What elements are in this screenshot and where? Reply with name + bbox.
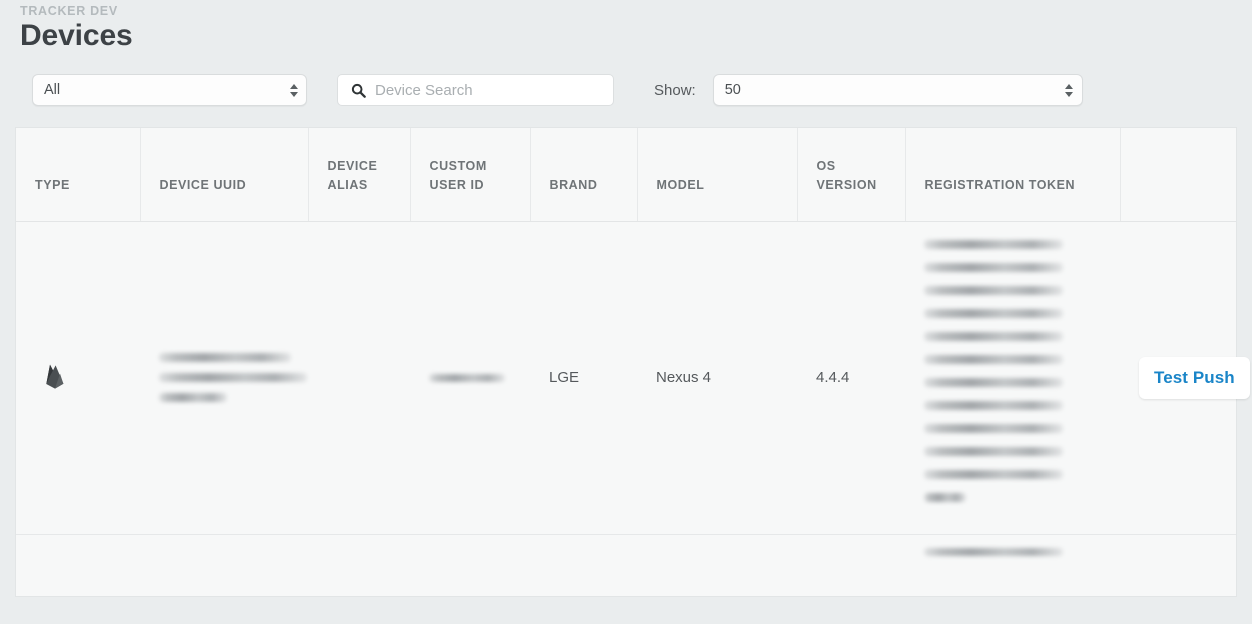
redaction-smudge: [924, 400, 1063, 410]
cell-brand: [530, 534, 637, 596]
redaction-smudge: [924, 469, 1063, 479]
devices-table: TYPE DEVICE UUID DEVICE ALIAS CUSTOM USE…: [16, 128, 1250, 596]
redaction-smudge: [924, 308, 1063, 318]
breadcrumb-eyebrow: TRACKER DEV: [20, 4, 118, 18]
cell-device-alias: [308, 221, 410, 535]
redaction-smudge: [924, 354, 1063, 364]
chevron-down-icon: [1065, 91, 1074, 97]
column-header-uuid[interactable]: DEVICE UUID: [140, 128, 309, 222]
cell-type: [16, 534, 140, 596]
cell-model: [637, 534, 797, 596]
redaction-smudge: [159, 353, 291, 362]
cell-actions: Test Push: [1120, 221, 1250, 535]
column-header-type[interactable]: TYPE: [16, 128, 141, 222]
cell-device-uuid: [140, 221, 308, 535]
page-size-select[interactable]: 50: [712, 74, 1083, 106]
type-filter-value: All: [44, 82, 61, 98]
column-header-os[interactable]: OS VERSION: [797, 128, 906, 222]
redaction-smudge: [924, 377, 1063, 387]
toolbar: All Show: 50: [0, 53, 1252, 106]
page-size-value: 50: [724, 82, 741, 98]
column-header-userid[interactable]: CUSTOM USER ID: [410, 128, 531, 222]
stepper-arrows-icon[interactable]: [289, 80, 298, 100]
redaction-smudge: [924, 331, 1063, 341]
firebase-flame-icon: [44, 364, 66, 394]
table-header: TYPE DEVICE UUID DEVICE ALIAS CUSTOM USE…: [16, 128, 1236, 222]
column-header-brand[interactable]: BRAND: [530, 128, 638, 222]
redaction-smudge: [924, 492, 966, 502]
page-title: Devices: [20, 19, 133, 52]
cell-model: Nexus 4: [637, 221, 797, 535]
test-push-button[interactable]: Test Push: [1139, 356, 1250, 399]
redaction-smudge: [924, 262, 1063, 272]
page-header: TRACKER DEV Devices: [0, 0, 1252, 53]
cell-custom-user-id: [410, 534, 530, 596]
table-row[interactable]: [16, 534, 1236, 596]
cell-custom-user-id: [410, 221, 530, 535]
redaction-smudge: [924, 239, 1063, 249]
cell-os-version: 4.4.4: [797, 221, 905, 535]
redaction-smudge: [429, 373, 505, 382]
redacted-registration-token: [924, 547, 1106, 556]
redaction-smudge: [159, 373, 307, 382]
redaction-smudge: [924, 423, 1063, 433]
redacted-custom-user-id: [429, 373, 516, 382]
type-filter-select[interactable]: All: [32, 74, 307, 106]
cell-registration-token: [905, 534, 1120, 596]
redaction-smudge: [924, 285, 1063, 295]
cell-os-version: [797, 534, 905, 596]
chevron-up-icon: [1065, 83, 1074, 89]
column-header-model[interactable]: MODEL: [637, 128, 798, 222]
column-header-token[interactable]: REGISTRATION TOKEN: [905, 128, 1121, 222]
chevron-up-icon: [289, 83, 298, 89]
redaction-smudge: [924, 446, 1063, 456]
stepper-arrows-icon[interactable]: [1065, 80, 1074, 100]
show-label: Show:: [654, 81, 696, 99]
device-search-field[interactable]: [337, 74, 614, 106]
type-filter-select-box[interactable]: All: [32, 74, 307, 106]
column-header-actions: [1120, 128, 1236, 222]
cell-type: [16, 221, 140, 535]
search-input[interactable]: [375, 75, 603, 105]
redaction-smudge: [159, 393, 227, 402]
cell-registration-token: [905, 221, 1120, 535]
cell-device-uuid: [140, 534, 308, 596]
cell-actions: [1120, 534, 1236, 596]
chevron-down-icon: [289, 91, 298, 97]
column-header-alias[interactable]: DEVICE ALIAS: [308, 128, 411, 222]
redaction-smudge: [924, 547, 1063, 556]
cell-brand: LGE: [530, 221, 637, 535]
table-row[interactable]: LGE Nexus 4 4.4.4 Test Push: [16, 221, 1250, 535]
cell-device-alias: [308, 534, 410, 596]
table-body: LGE Nexus 4 4.4.4 Test Push: [16, 221, 1250, 596]
search-icon: [351, 83, 366, 98]
redacted-device-uuid: [159, 353, 307, 402]
table-header-row: TYPE DEVICE UUID DEVICE ALIAS CUSTOM USE…: [16, 128, 1236, 222]
redacted-registration-token: [924, 239, 1106, 516]
page-size-select-box[interactable]: 50: [712, 74, 1083, 106]
devices-table-container: TYPE DEVICE UUID DEVICE ALIAS CUSTOM USE…: [16, 128, 1250, 596]
